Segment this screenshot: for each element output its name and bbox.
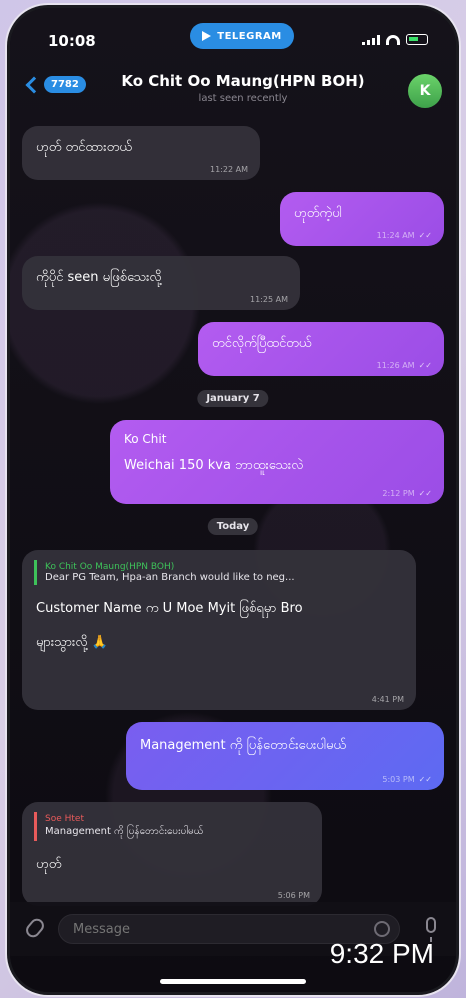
message-text: ကိုပိုင် seen မဖြစ်သေးလို့ bbox=[36, 270, 162, 285]
sticker-icon[interactable] bbox=[374, 921, 390, 937]
status-bar: 10:08 TELEGRAM bbox=[10, 8, 456, 60]
message-list[interactable]: ဟုတ် တင်ထားတယ် 11:22 AM ဟုတ်ကဲ့ပါ 11:24 … bbox=[10, 120, 456, 906]
date-separator: January 7 bbox=[197, 390, 269, 407]
home-indicator[interactable] bbox=[160, 979, 306, 984]
contact-avatar[interactable]: K bbox=[408, 74, 442, 108]
message-time: 11:22 AM bbox=[210, 165, 248, 174]
back-button[interactable]: 7782 bbox=[24, 76, 86, 93]
message-text: ဟုတ်ကဲ့ပါ bbox=[294, 206, 342, 221]
chat-title: Ko Chit Oo Maung(HPN BOH) bbox=[121, 72, 365, 90]
message-text: ဟုတ် တင်ထားတယ် bbox=[36, 140, 132, 155]
microphone-icon[interactable] bbox=[426, 917, 436, 942]
message-bubble-incoming[interactable]: Soe Htet Management ကို ပြန်တောင်းပေးပါမ… bbox=[22, 802, 322, 906]
date-separator: Today bbox=[207, 518, 259, 535]
message-text-line2: များသွားလို့ 🙏 bbox=[36, 635, 108, 650]
read-check-icon: ✓✓ bbox=[418, 231, 432, 240]
read-check-icon: ✓✓ bbox=[418, 775, 432, 784]
system-icons bbox=[362, 34, 428, 45]
message-bubble-incoming[interactable]: Ko Chit Oo Maung(HPN BOH) Dear PG Team, … bbox=[22, 550, 416, 710]
chat-title-area[interactable]: Ko Chit Oo Maung(HPN BOH) last seen rece… bbox=[100, 72, 386, 104]
message-text: Weichai 150 kva ဘာထူးသေးလဲ bbox=[124, 458, 304, 473]
message-bubble-outgoing[interactable]: Management ကို ပြန်တောင်းပေးပါမယ် 5:03 P… bbox=[126, 722, 444, 790]
read-check-icon: ✓✓ bbox=[418, 489, 432, 498]
message-text: တင်လိုက်ပြီထင်တယ် bbox=[212, 336, 312, 351]
message-time: 5:06 PM bbox=[277, 891, 310, 900]
message-time: 5:03 PM ✓✓ bbox=[382, 775, 432, 784]
message-time: 4:41 PM bbox=[371, 695, 404, 704]
message-text: Management ကို ပြန်တောင်းပေးပါမယ် bbox=[140, 738, 347, 753]
message-time: 11:26 AM ✓✓ bbox=[376, 361, 432, 370]
unread-badge: 7782 bbox=[44, 76, 86, 93]
message-time: 2:12 PM ✓✓ bbox=[382, 489, 432, 498]
message-bubble-outgoing[interactable]: ဟုတ်ကဲ့ပါ 11:24 AM ✓✓ bbox=[280, 192, 444, 246]
reply-sender: Soe Htet bbox=[45, 814, 84, 824]
wifi-icon bbox=[386, 34, 400, 45]
reply-preview[interactable]: Soe Htet Management ကို ပြန်တောင်းပေးပါမ… bbox=[34, 812, 310, 841]
telegram-pill[interactable]: TELEGRAM bbox=[190, 23, 294, 49]
message-bubble-outgoing[interactable]: တင်လိုက်ပြီထင်တယ် 11:26 AM ✓✓ bbox=[198, 322, 444, 376]
telegram-pill-label: TELEGRAM bbox=[217, 30, 282, 42]
attach-icon[interactable] bbox=[23, 915, 47, 941]
read-check-icon: ✓✓ bbox=[418, 361, 432, 370]
reply-text: Management ကို ပြန်တောင်းပေးပါမယ် bbox=[45, 826, 204, 837]
overlay-timestamp: 9:32 PM bbox=[329, 938, 434, 969]
message-bubble-incoming[interactable]: ကိုပိုင် seen မဖြစ်သေးလို့ 11:25 AM bbox=[22, 256, 300, 310]
chevron-left-icon bbox=[25, 76, 43, 93]
message-time: 11:24 AM ✓✓ bbox=[376, 231, 432, 240]
last-seen-status: last seen recently bbox=[198, 93, 288, 104]
reply-preview[interactable]: Ko Chit Oo Maung(HPN BOH) Dear PG Team, … bbox=[34, 560, 404, 585]
phone-frame: 10:08 TELEGRAM 7782 Ko Chit Oo Maung(HPN… bbox=[10, 8, 456, 992]
message-bubble-outgoing[interactable]: Ko Chit Weichai 150 kva ဘာထူးသေးလဲ 2:12 … bbox=[110, 420, 444, 504]
message-text: ဟုတ် bbox=[36, 857, 62, 872]
reply-sender: Ko Chit Oo Maung(HPN BOH) bbox=[45, 562, 175, 572]
message-time: 11:25 AM bbox=[250, 295, 288, 304]
reply-text: Dear PG Team, Hpa-an Branch would like t… bbox=[45, 572, 295, 583]
battery-icon bbox=[406, 34, 428, 45]
signal-icon bbox=[362, 34, 380, 45]
telegram-plane-icon bbox=[202, 31, 212, 41]
message-bubble-incoming[interactable]: ဟုတ် တင်ထားတယ် 11:22 AM bbox=[22, 126, 260, 180]
status-time: 10:08 bbox=[48, 32, 96, 50]
message-sender: Ko Chit bbox=[124, 432, 167, 446]
chat-header: 7782 Ko Chit Oo Maung(HPN BOH) last seen… bbox=[10, 64, 456, 120]
message-text-line1: Customer Name က U Moe Myit ဖြစ်ရမှာ Bro bbox=[36, 601, 303, 616]
